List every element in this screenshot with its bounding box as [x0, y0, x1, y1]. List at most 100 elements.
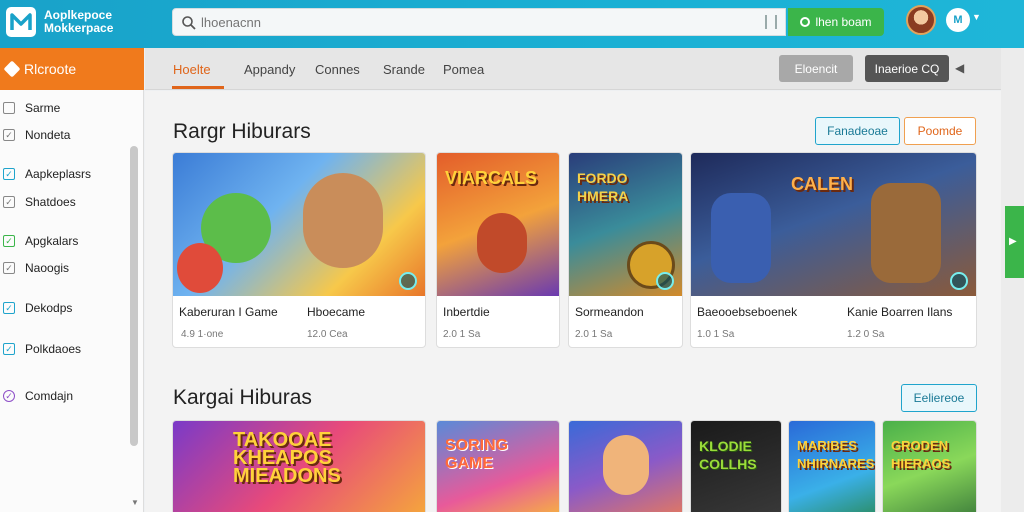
character-image	[477, 213, 527, 273]
game-card[interactable]: CALEN Baeooebseboenek 1.0 1 Sa Kanie Boa…	[690, 152, 977, 348]
signup-button[interactable]: lhen boam	[788, 8, 884, 36]
game-thumbnail: FORDO HMERA	[569, 153, 682, 296]
badge-icon	[656, 272, 674, 290]
card-meta: 2.0 1 Sa	[443, 329, 481, 340]
game-thumbnail: MARIBES NHIRNARES	[789, 421, 875, 512]
share-icon[interactable]: ◀	[955, 61, 964, 75]
card-title: Inbertdie	[443, 305, 490, 319]
primary-button[interactable]: Inaerioe CQ	[865, 55, 949, 82]
thumbnail-title: TAKOOAE KHEAPOS MIEADONS	[233, 429, 341, 487]
game-card[interactable]: SORING GAME	[436, 420, 560, 512]
tab-brands[interactable]: Srande	[383, 62, 425, 77]
gem-icon	[3, 60, 21, 78]
filter-icon[interactable]	[765, 15, 777, 29]
game-card[interactable]: GRODEN HIERAOS	[882, 420, 977, 512]
section-action-button[interactable]: Eeliereoe	[901, 384, 977, 412]
game-thumbnail: CALEN	[691, 153, 976, 296]
search-bar[interactable]	[172, 8, 786, 36]
character-image	[711, 193, 771, 283]
sidebar-item[interactable]: ✓ Nondeta	[0, 124, 128, 146]
thumbnail-title: FORDO HMERA	[577, 170, 629, 204]
game-thumbnail: SORING GAME	[437, 421, 559, 512]
search-icon	[182, 16, 196, 30]
game-thumbnail	[173, 153, 425, 296]
section-action-button[interactable]: Fanadeoae	[815, 117, 900, 145]
checkbox[interactable]: ✓	[3, 302, 15, 314]
tab-more[interactable]: Pomea	[443, 62, 484, 77]
card-title: Kaberuran I Game	[179, 305, 278, 319]
sidebar-item[interactable]: ✓ Shatdoes	[0, 191, 128, 213]
thumbnail-title: SORING GAME	[445, 437, 509, 472]
tab-games[interactable]: Connes	[315, 62, 360, 77]
checkbox[interactable]: ✓	[3, 262, 15, 274]
card-meta: 2.0 1 Sa	[575, 329, 613, 340]
user-circle-icon	[800, 17, 811, 27]
checkbox[interactable]: ✓	[3, 390, 15, 402]
character-image	[603, 435, 649, 495]
thumbnail-title: MARIBES NHIRNARES	[797, 438, 875, 471]
section-secondary-button[interactable]: Poomde	[904, 117, 976, 145]
active-tab-indicator	[172, 86, 224, 89]
card-title: Kanie Boarren Ilans	[847, 305, 953, 319]
thumbnail-title: KLODIE COLLHS	[699, 438, 757, 472]
card-meta: 1.2 0 Sa	[847, 329, 885, 340]
chevron-down-icon[interactable]: ▼	[972, 12, 981, 22]
sidebar-item[interactable]: ✓ Polkdaoes	[0, 338, 128, 360]
card-title: Baeooebseboenek	[697, 305, 798, 319]
game-thumbnail: VIARCALS	[437, 153, 559, 296]
tab-bar: Hoelte Appandy Connes Srande Pomea Eloen…	[145, 48, 1001, 90]
game-thumbnail	[569, 421, 682, 512]
section-title: Rargr Hiburars	[173, 120, 311, 143]
game-card[interactable]: TAKOOAE KHEAPOS MIEADONS	[172, 420, 426, 512]
sidebar-header[interactable]: Rlcroote	[0, 48, 144, 90]
badge-icon	[399, 272, 417, 290]
secondary-button[interactable]: Eloencit	[779, 55, 853, 82]
account-icon[interactable]: M	[946, 8, 970, 32]
game-card[interactable]: MARIBES NHIRNARES	[788, 420, 876, 512]
checkbox[interactable]	[3, 102, 15, 114]
checkbox[interactable]: ✓	[3, 235, 15, 247]
card-meta: 1.0 1 Sa	[697, 329, 735, 340]
card-title: Hboecame	[307, 305, 366, 319]
brand-name: Aoplkepoce Mokkerpace	[44, 8, 114, 35]
scrollbar[interactable]	[130, 146, 138, 446]
card-meta: 4.9 1·one	[181, 329, 224, 340]
checkbox[interactable]: ✓	[3, 168, 15, 180]
character-image	[303, 173, 383, 268]
side-tab[interactable]: ▶	[1005, 206, 1024, 278]
card-meta: 12.0 Cea	[307, 329, 348, 340]
thumbnail-title: GRODEN HIERAOS	[891, 438, 951, 471]
avatar[interactable]	[906, 5, 936, 35]
card-title: Sormeandon	[575, 305, 644, 319]
section-title: Kargai Hiburas	[173, 386, 312, 409]
right-panel	[1001, 48, 1024, 512]
checkbox[interactable]: ✓	[3, 343, 15, 355]
sidebar-item[interactable]: Sarme	[0, 97, 128, 119]
game-card[interactable]: FORDO HMERA Sormeandon 2.0 1 Sa	[568, 152, 683, 348]
game-card[interactable]: VIARCALS Inbertdie 2.0 1 Sa	[436, 152, 560, 348]
sidebar: Rlcroote Sarme ✓ Nondeta ✓ Aapkeplasrs ✓…	[0, 48, 144, 512]
sidebar-item[interactable]: ✓ Naoogis	[0, 257, 128, 279]
thumbnail-title: VIARCALS	[445, 168, 538, 188]
search-input[interactable]	[201, 9, 741, 35]
sidebar-item[interactable]: ✓ Apgkalars	[0, 230, 128, 252]
tab-home[interactable]: Hoelte	[173, 62, 211, 77]
badge-icon	[950, 272, 968, 290]
thumbnail-title: CALEN	[791, 174, 853, 194]
game-card[interactable]: Kaberuran I Game 4.9 1·one Hboecame 12.0…	[172, 152, 426, 348]
sidebar-item[interactable]: ✓ Aapkeplasrs	[0, 163, 128, 185]
game-card[interactable]: KLODIE COLLHS	[690, 420, 782, 512]
game-thumbnail: TAKOOAE KHEAPOS MIEADONS	[173, 421, 425, 512]
sidebar-item[interactable]: ✓ Comdajn	[0, 385, 128, 407]
top-bar: Aoplkepoce Mokkerpace lhen boam M ▼	[0, 0, 1024, 48]
game-thumbnail: GRODEN HIERAOS	[883, 421, 976, 512]
tab-apps[interactable]: Appandy	[244, 62, 295, 77]
logo-icon[interactable]	[6, 7, 36, 37]
character-image	[871, 183, 941, 283]
game-card[interactable]	[568, 420, 683, 512]
scroll-down-icon[interactable]: ▼	[131, 498, 139, 507]
checkbox[interactable]: ✓	[3, 196, 15, 208]
character-image	[177, 243, 223, 293]
sidebar-item[interactable]: ✓ Dekodps	[0, 297, 128, 319]
checkbox[interactable]: ✓	[3, 129, 15, 141]
